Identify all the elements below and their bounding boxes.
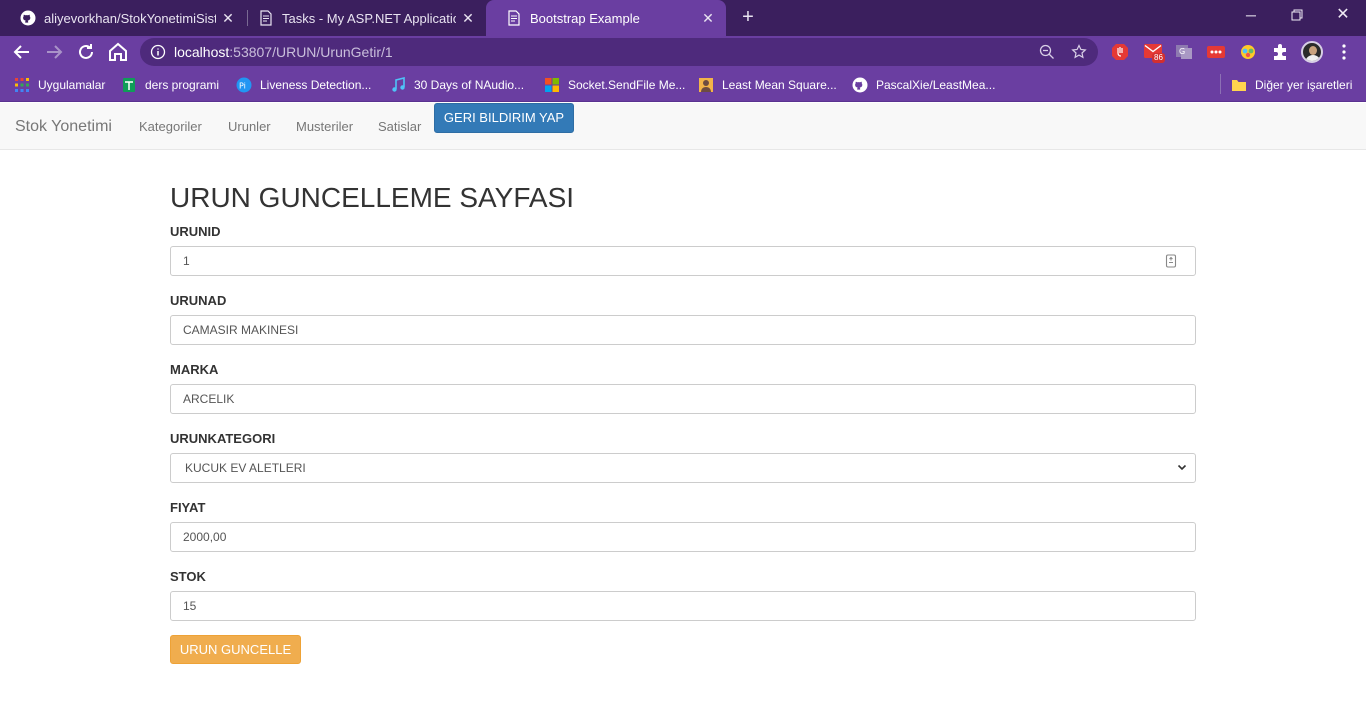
back-arrow-icon[interactable] xyxy=(10,40,34,64)
urunad-value: CAMASIR MAKINESI xyxy=(183,323,299,337)
urunad-label: URUNAD xyxy=(170,293,227,308)
close-tab-icon[interactable]: ✕ xyxy=(696,10,720,27)
stop-hand-extension-icon[interactable] xyxy=(1110,42,1130,62)
bookmark-socket-sendfile[interactable]: Socket.SendFile Me... xyxy=(544,76,685,94)
site-navbar: Stok Yonetimi Kategoriler Urunler Muster… xyxy=(0,103,1366,150)
star-icon[interactable] xyxy=(1071,44,1087,60)
tab-tasks[interactable]: Tasks - My ASP.NET Application ✕ xyxy=(238,0,486,36)
browser-tab-strip: aliyevorkhan/StokYonetimiSistem ✕ Tasks … xyxy=(0,0,1366,36)
bookmark-pascalxie[interactable]: PascalXie/LeastMea... xyxy=(852,76,995,94)
bookmark-divider xyxy=(1220,74,1221,94)
page-icon xyxy=(260,10,272,26)
kebab-menu-icon[interactable] xyxy=(1334,42,1354,62)
kategori-select[interactable]: KUCUK EV ALETLERI xyxy=(170,453,1196,483)
apps-grid-icon xyxy=(15,78,29,92)
new-tab-icon[interactable]: + xyxy=(736,5,760,29)
bookmark-label: Liveness Detection... xyxy=(260,78,372,92)
bookmarks-bar: Uygulamalar ders programi Pi Liveness De… xyxy=(0,68,1366,102)
marka-input[interactable]: ARCELIK xyxy=(170,384,1196,414)
restore-icon[interactable] xyxy=(1274,0,1320,30)
bookmark-liveness-detection[interactable]: Pi Liveness Detection... xyxy=(236,76,371,94)
close-tab-icon[interactable]: ✕ xyxy=(456,10,480,27)
urun-guncelle-button[interactable]: URUN GUNCELLE xyxy=(170,635,301,664)
navbar-brand[interactable]: Stok Yonetimi xyxy=(15,118,112,136)
fiyat-input[interactable]: 2000,00 xyxy=(170,522,1196,552)
other-bookmarks-label: Diğer yer işaretleri xyxy=(1255,78,1353,92)
reload-icon[interactable] xyxy=(74,40,98,64)
chevron-down-icon xyxy=(1177,454,1187,493)
music-note-icon xyxy=(392,77,405,92)
zoom-out-icon[interactable] xyxy=(1039,44,1055,60)
page-title: URUN GUNCELLEME SAYFASI xyxy=(170,182,575,213)
tab-title: Tasks - My ASP.NET Application xyxy=(282,10,456,26)
svg-text:G: G xyxy=(1179,47,1185,56)
minimize-icon[interactable]: ─ xyxy=(1228,0,1274,30)
home-icon[interactable] xyxy=(106,40,130,64)
forward-arrow-icon[interactable] xyxy=(42,40,66,64)
close-tab-icon[interactable]: ✕ xyxy=(216,10,240,27)
tab-bootstrap-example[interactable]: Bootstrap Example ✕ xyxy=(486,0,726,36)
info-icon[interactable] xyxy=(150,44,166,60)
urunid-label: URUNID xyxy=(170,224,221,239)
browser-toolbar: localhost:53807/URUN/UrunGetir/1 86 G xyxy=(0,36,1366,68)
nav-link-musteriler[interactable]: Musteriler xyxy=(296,119,353,134)
stok-value: 15 xyxy=(183,599,197,613)
bookmark-label: ders programi xyxy=(145,78,220,92)
nav-link-kategoriler[interactable]: Kategoriler xyxy=(139,119,202,134)
folder-icon xyxy=(1232,80,1246,91)
urunad-input[interactable]: CAMASIR MAKINESI xyxy=(170,315,1196,345)
svg-text:Pi: Pi xyxy=(239,82,246,91)
stok-label: STOK xyxy=(170,569,206,584)
more-extension-icon[interactable] xyxy=(1206,42,1226,62)
bookmark-naudio[interactable]: 30 Days of NAudio... xyxy=(390,76,524,94)
gmail-extension-icon[interactable]: 86 xyxy=(1144,44,1166,64)
tab-title: aliyevorkhan/StokYonetimiSistem xyxy=(44,10,216,26)
other-bookmarks-folder[interactable]: Diğer yer işaretleri xyxy=(1231,76,1352,94)
kategori-label: URUNKATEGORI xyxy=(170,431,276,446)
bookmark-label: PascalXie/LeastMea... xyxy=(876,78,996,92)
github-icon xyxy=(20,10,36,26)
feedback-button[interactable]: GERI BILDIRIM YAP xyxy=(434,103,574,133)
portrait-icon xyxy=(699,78,713,92)
urunid-input[interactable]: 1 xyxy=(170,246,1196,276)
kategori-selected-value: KUCUK EV ALETLERI xyxy=(185,461,306,475)
spreadsheet-icon xyxy=(123,78,135,92)
url-text: localhost:53807/URUN/UrunGetir/1 xyxy=(174,44,393,60)
url-path: :53807/URUN/UrunGetir/1 xyxy=(229,44,393,60)
github-icon xyxy=(852,77,868,93)
fiyat-value: 2000,00 xyxy=(183,530,227,544)
address-bar[interactable]: localhost:53807/URUN/UrunGetir/1 xyxy=(140,38,1098,66)
url-host: localhost xyxy=(174,44,230,60)
close-window-icon[interactable]: ✕ xyxy=(1320,0,1366,30)
bookmark-label: Least Mean Square... xyxy=(722,78,837,92)
page-icon xyxy=(508,10,520,26)
urunid-value: 1 xyxy=(183,254,190,268)
fiyat-label: FIYAT xyxy=(170,500,206,515)
marka-value: ARCELIK xyxy=(183,392,235,406)
tab-title: Bootstrap Example xyxy=(530,10,640,26)
translate-extension-icon[interactable]: G xyxy=(1174,42,1194,62)
nav-link-satislar[interactable]: Satislar xyxy=(378,119,421,134)
color-picker-extension-icon[interactable] xyxy=(1238,42,1258,62)
bookmark-apps[interactable]: Uygulamalar xyxy=(14,76,105,94)
puzzle-extensions-icon[interactable] xyxy=(1270,42,1290,62)
pyimagesearch-icon: Pi xyxy=(236,77,252,93)
bookmark-label: 30 Days of NAudio... xyxy=(414,78,525,92)
marka-label: MARKA xyxy=(170,362,219,377)
tab-github[interactable]: aliyevorkhan/StokYonetimiSistem ✕ xyxy=(0,0,246,36)
bookmark-ders-programi[interactable]: ders programi xyxy=(121,76,219,94)
bookmark-least-mean-square[interactable]: Least Mean Square... xyxy=(698,76,837,94)
autofill-key-icon[interactable] xyxy=(1165,254,1177,268)
bookmark-label: Socket.SendFile Me... xyxy=(568,78,686,92)
profile-avatar[interactable] xyxy=(1301,41,1323,63)
nav-link-urunler[interactable]: Urunler xyxy=(228,119,271,134)
bookmark-label: Uygulamalar xyxy=(38,78,106,92)
microsoft-icon xyxy=(545,78,559,92)
stok-input[interactable]: 15 xyxy=(170,591,1196,621)
mail-badge: 86 xyxy=(1152,53,1165,63)
